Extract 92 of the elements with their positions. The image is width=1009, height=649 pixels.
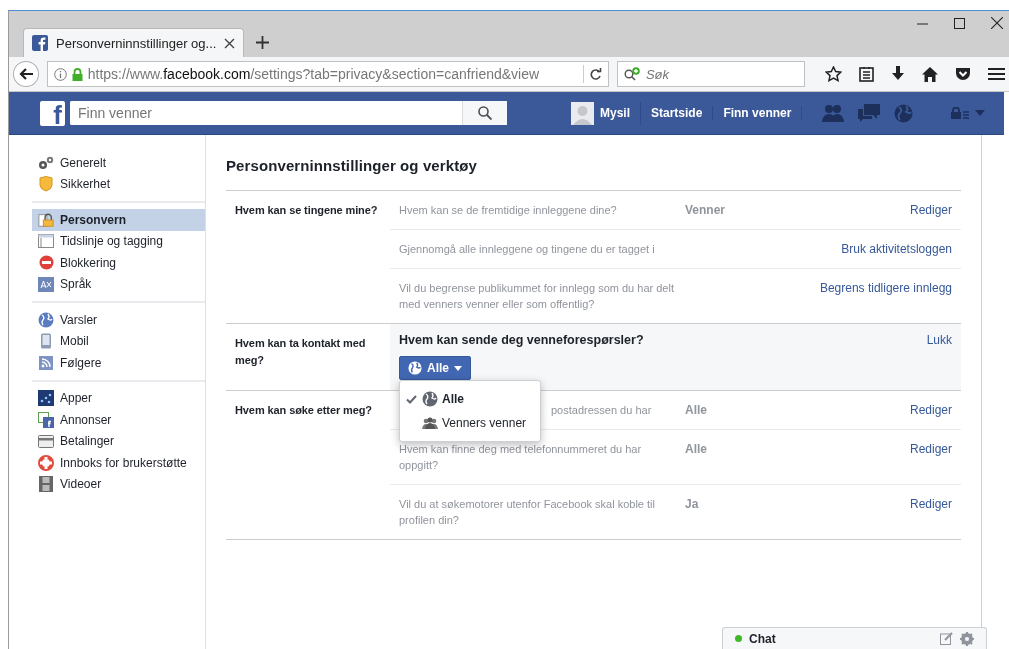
sidebar-item[interactable]: Personvern [32,209,205,231]
nav-link[interactable]: Startside [641,106,714,120]
globe-icon [408,361,422,375]
block-icon [38,255,54,271]
section-label: Hvem kan ta kontakt med meg? [234,336,367,368]
sidebar-item[interactable]: Videoer [32,473,205,495]
feed-icon [39,355,53,370]
edit-link[interactable]: Bruk aktivitetsloggen [841,241,952,257]
edit-link[interactable]: Begrens tidligere innlegg [819,280,952,296]
edit-link[interactable]: Rediger [909,402,952,418]
audience-dropdown[interactable]: Alle [399,356,471,380]
section-label: Hvem kan se tingene mine? [234,203,379,218]
globe-icon [422,391,438,407]
sidebar-item[interactable]: Innboks for brukerstøtte [32,452,205,474]
edit-link[interactable]: Rediger [909,202,952,218]
star-icon[interactable] [825,66,842,82]
sidebar-item[interactable]: Sikkerhet [32,173,205,195]
film-icon [39,476,53,493]
globe-icon [38,311,54,328]
setting-question: Vil du at søkemotorer utenfor Facebook skal koble til profilen din? [399,497,656,528]
edit-link[interactable]: Rediger [909,496,952,512]
page-heading: Personverninnstillinger og verktøy [226,157,478,174]
setting-question: postadressen du har [550,403,653,418]
url-text: https://www.facebook.com/settings?tab=privacy&section=canfriend&view [87,66,541,82]
sidebar-item[interactable]: Generelt [32,152,205,174]
facebook-logo[interactable]: f [40,100,65,126]
friends-icon [422,417,438,429]
caret-icon [454,365,462,371]
search-button[interactable] [462,101,507,125]
reload-icon[interactable] [588,67,602,81]
tab-title: Personverninnstillinger og... [56,35,217,51]
setting-value: Alle [685,441,708,457]
sidebar-item[interactable]: Mobil [32,330,205,352]
browser-tab[interactable]: Personverninnstillinger og... [23,28,245,57]
back-arrow-icon [18,68,33,80]
setting-question: Hvem kan sende deg venneforespørsler? [399,333,644,347]
search-box[interactable]: Søk [616,61,805,87]
setting-question: Gjennomgå alle innleggene og tingene du er tagget i [399,242,656,257]
setting-question: Hvem kan finne deg med telefonnummeret du har oppgitt? [399,442,643,473]
close-link[interactable]: Lukk [926,333,952,347]
language-icon [38,276,54,292]
close-icon[interactable] [991,17,1003,29]
setting-value: Ja [685,496,700,512]
section-label: Hvem kan søke etter meg? [234,403,373,418]
back-button[interactable] [13,61,39,87]
ads-icon [38,411,54,428]
sidebar-item[interactable]: Tidslinje og tagging [32,230,205,252]
download-icon[interactable] [891,66,905,82]
sidebar-item[interactable]: Følgere [32,352,205,374]
edit-link[interactable]: Rediger [909,441,952,457]
address-field[interactable]: https://www.facebook.com/settings?tab=privacy&section=canfriend&view [46,61,609,87]
sidebar-item[interactable]: Språk [32,273,205,295]
setting-value: Alle [685,402,708,418]
profile-link[interactable]: Mysil [600,106,630,120]
facebook-icon [32,35,48,51]
menu-option[interactable]: Alle [400,387,540,411]
menu-icon[interactable] [988,67,1005,81]
maximize-icon[interactable] [954,17,965,29]
settings-icon[interactable] [960,631,974,646]
compose-icon[interactable] [940,632,953,645]
lifebuoy-icon [38,454,54,471]
check-icon [406,394,417,404]
sidebar-item[interactable]: Apper [32,387,205,409]
card-icon [38,434,54,448]
sidebar-item[interactable]: Betalinger [32,430,205,452]
info-icon[interactable] [53,67,67,81]
reading-list-icon[interactable] [859,66,874,82]
home-icon[interactable] [922,66,938,82]
setting-question: Vil du begrense publikummet for innlegg som du har delt med venners venner eller som offentlig? [399,281,674,312]
sidebar-item[interactable]: Blokkering [32,252,205,274]
apps-icon [38,390,54,407]
lock-icon[interactable] [71,67,83,81]
avatar-icon[interactable] [571,101,594,125]
timeline-icon [38,234,54,249]
new-tab-icon[interactable] [256,36,270,49]
setting-value: Venner [685,202,727,218]
nav-link[interactable]: Finn venner [713,106,803,120]
close-icon[interactable] [224,37,236,49]
setting-question: Hvem kan se de fremtidige innleggene dine? [399,203,618,218]
pocket-icon[interactable] [955,66,971,82]
phone-icon [40,333,52,350]
sidebar-item[interactable]: Varsler [32,309,205,331]
menu-option[interactable]: Venners venner [400,411,540,435]
gears-icon [38,155,54,170]
sidebar-item[interactable]: Annonser [32,409,205,431]
search-icon [478,106,492,120]
search-icon [623,67,642,81]
lock-icon [951,107,970,119]
caret-icon [975,110,986,116]
chat-label[interactable]: Chat [749,631,776,646]
shield-icon [39,176,53,193]
lock-icon [38,211,54,228]
